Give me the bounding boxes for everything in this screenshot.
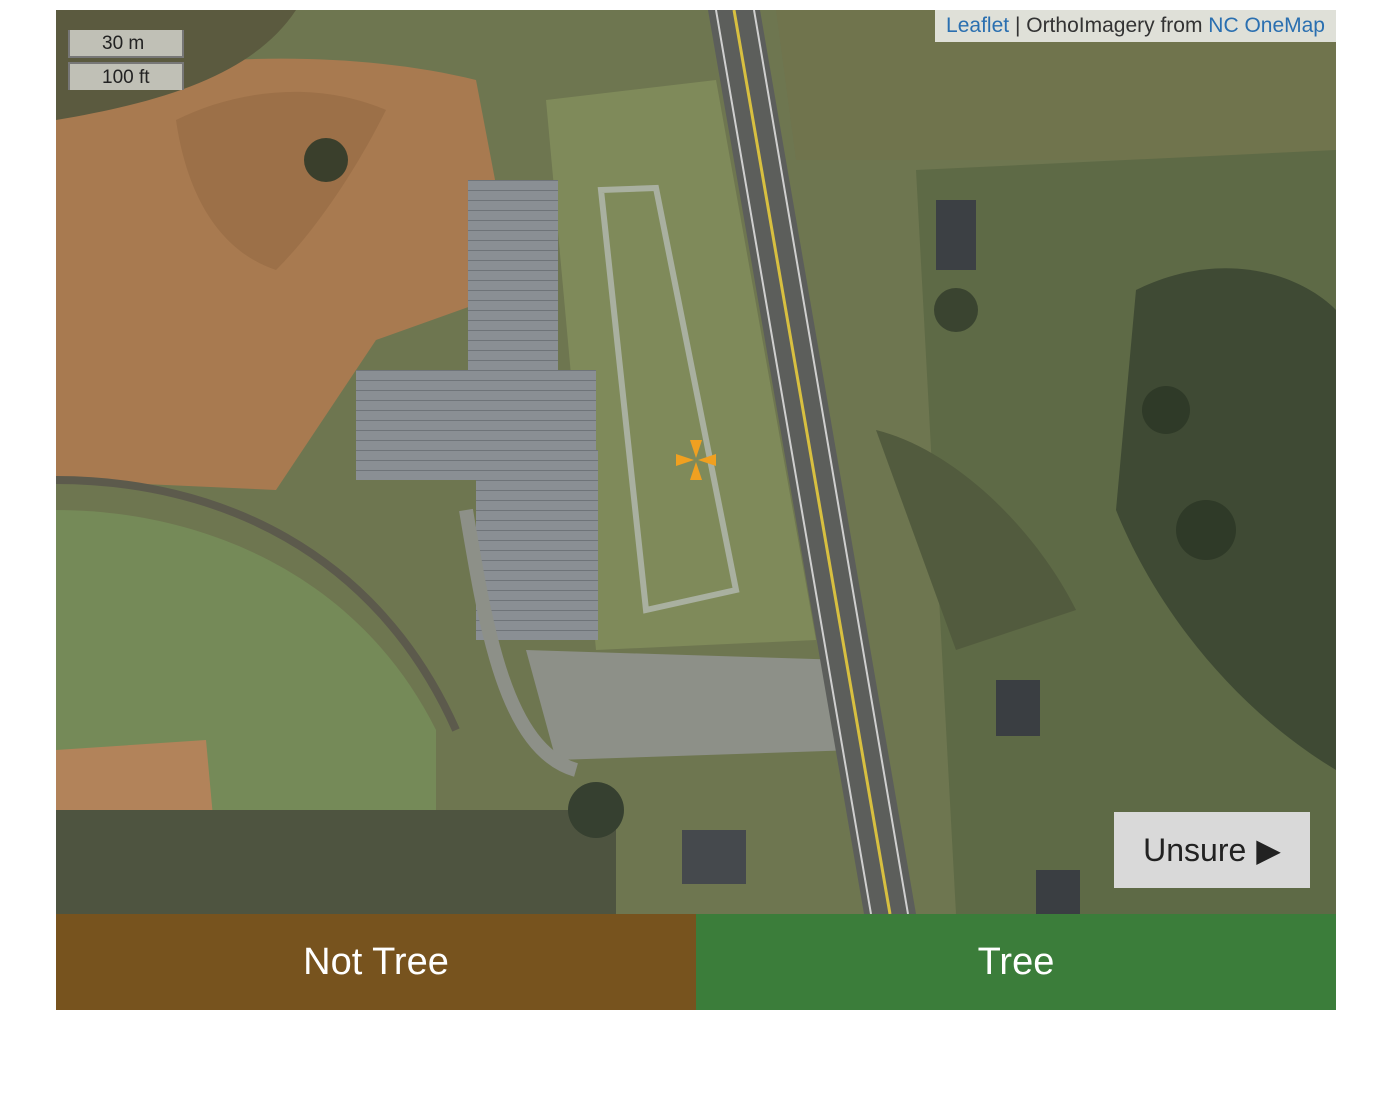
scale-imperial: 100 ft [68, 62, 184, 90]
map-attribution: Leaflet | OrthoImagery from NC OneMap [935, 10, 1336, 42]
unsure-label: Unsure [1143, 831, 1247, 868]
play-arrow-icon: ▶ [1256, 832, 1281, 868]
unsure-button[interactable]: Unsure ▶ [1114, 812, 1310, 888]
leaflet-link[interactable]: Leaflet [946, 14, 1009, 37]
map-view[interactable]: Leaflet | OrthoImagery from NC OneMap 30… [56, 10, 1336, 914]
scale-metric: 30 m [68, 30, 184, 58]
crosshair-icon [676, 440, 716, 480]
tree-button[interactable]: Tree [696, 914, 1336, 1010]
attribution-separator: | OrthoImagery from [1009, 14, 1209, 37]
map-scale: 30 m 100 ft [68, 30, 184, 90]
not-tree-button[interactable]: Not Tree [56, 914, 696, 1010]
nc-onemap-link[interactable]: NC OneMap [1208, 14, 1325, 37]
answer-bar: Not Tree Tree [56, 914, 1336, 1010]
